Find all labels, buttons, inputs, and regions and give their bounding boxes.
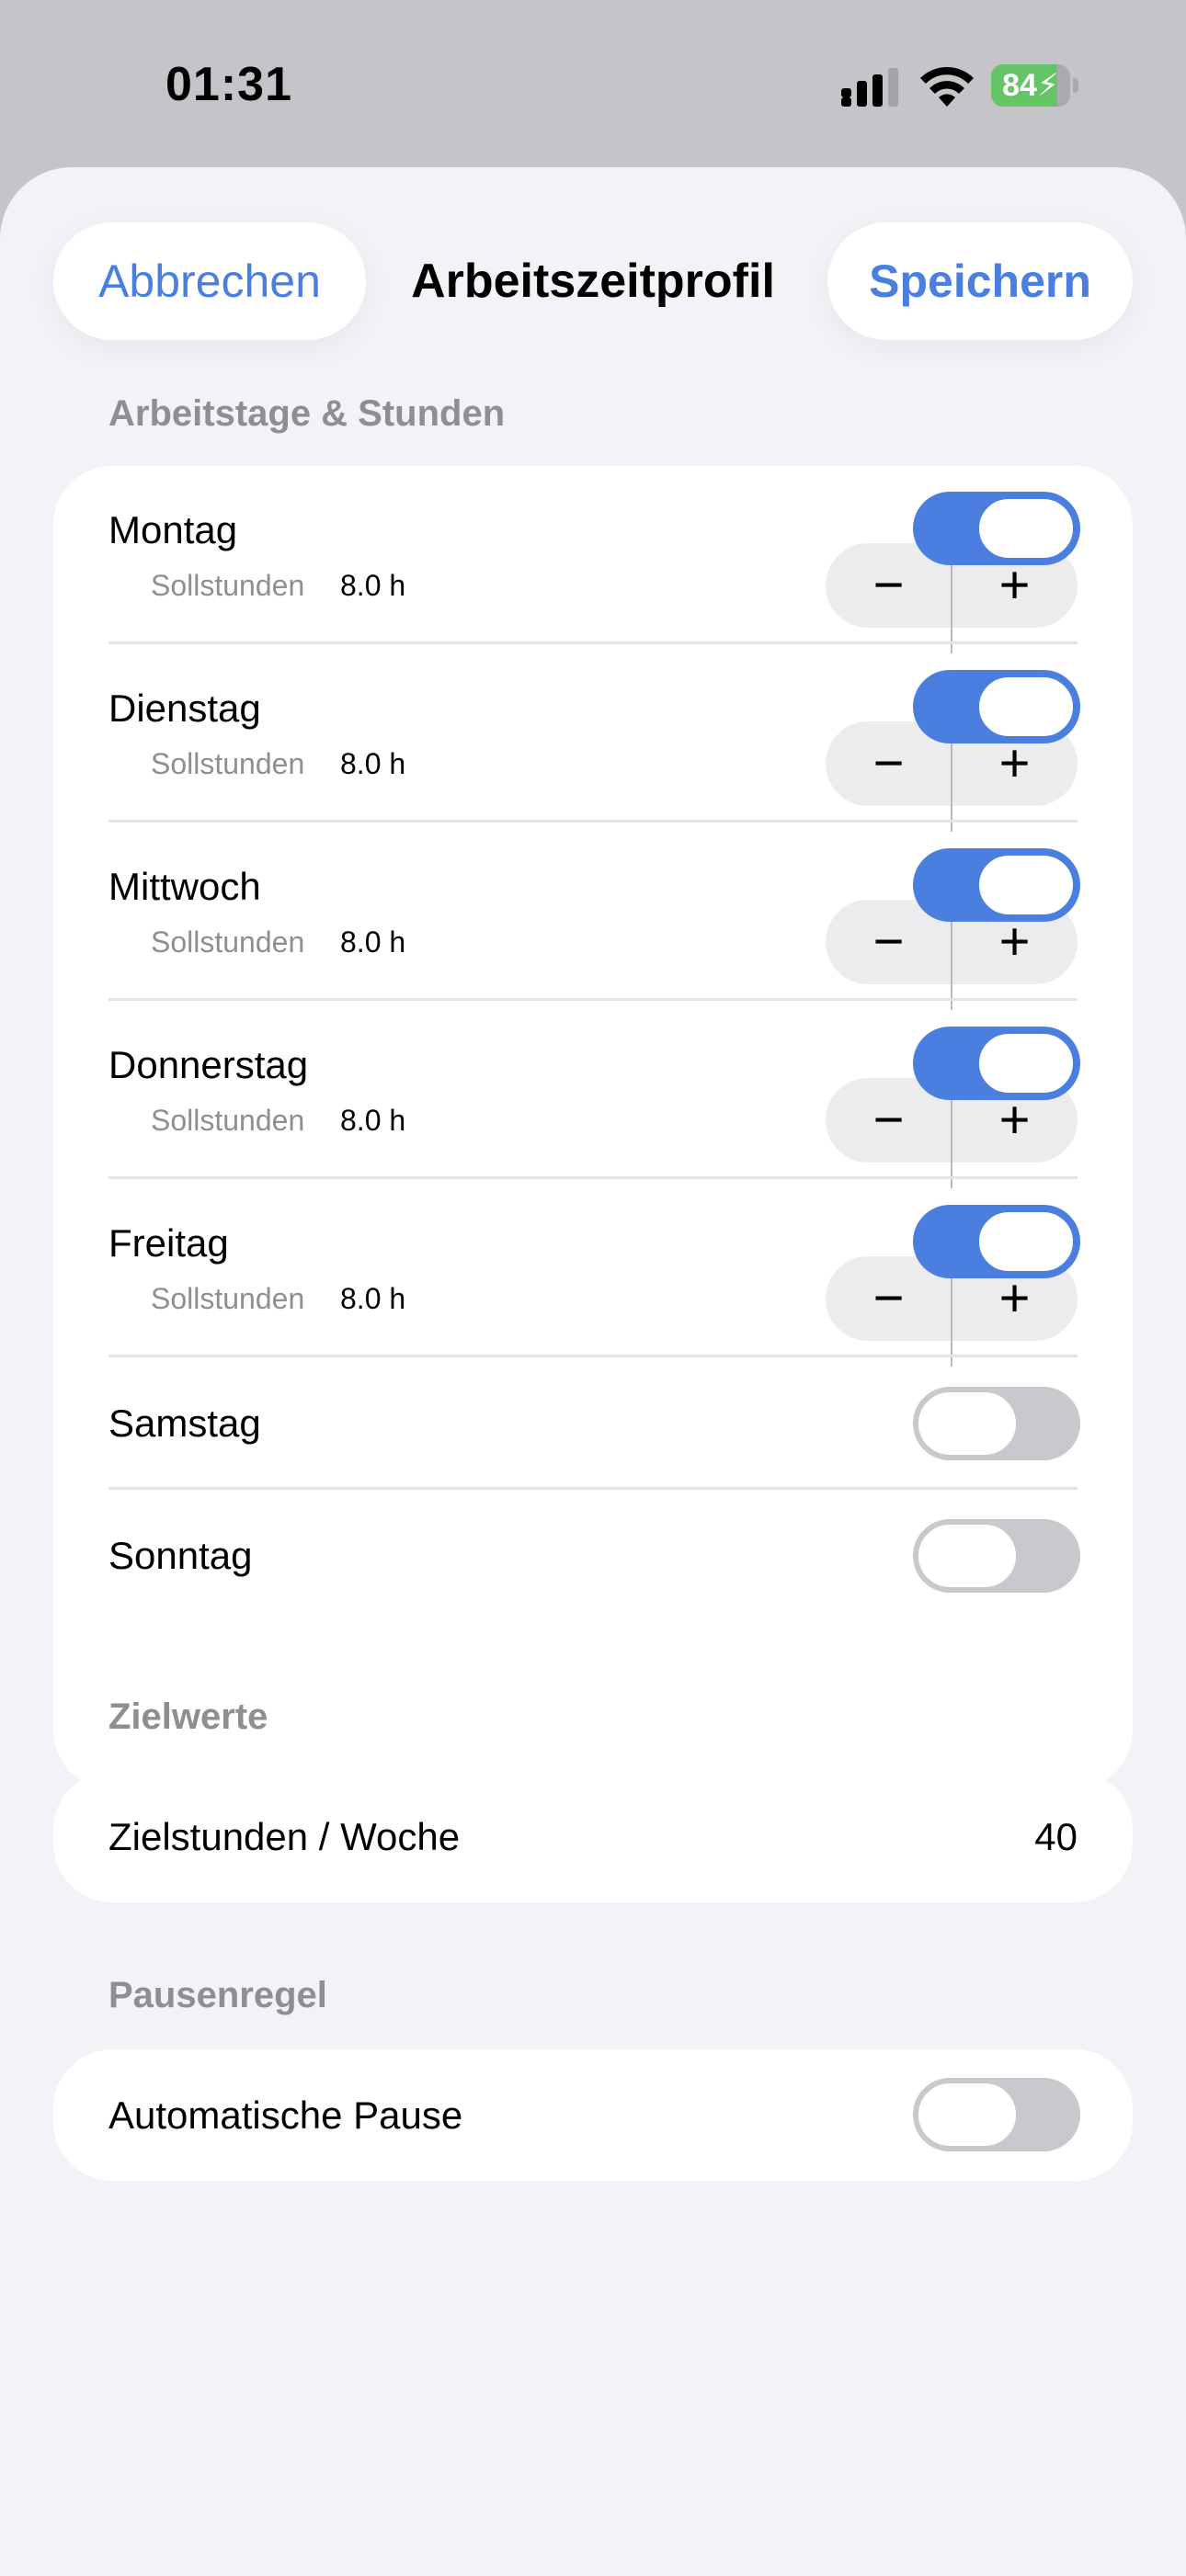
weekly-target-label: Zielstunden / Woche xyxy=(108,1815,461,1858)
day-toggle-dienstag[interactable] xyxy=(913,670,1080,743)
day-toggle-samstag[interactable] xyxy=(913,1387,1080,1460)
day-name: Dienstag xyxy=(108,687,261,730)
cellular-signal-icon xyxy=(841,68,898,107)
section-header-breaks: Pausenregel xyxy=(108,1975,327,2015)
battery-charging-icon: 84⚡ xyxy=(991,64,1079,107)
day-row-mittwoch: Mittwoch Sollstunden 8.0 h − + xyxy=(53,823,1133,1010)
target-hours-label: Sollstunden xyxy=(151,925,305,959)
target-hours-value: 8.0 h xyxy=(340,1104,406,1137)
day-toggle-sonntag[interactable] xyxy=(913,1519,1080,1593)
auto-break-toggle[interactable] xyxy=(913,2078,1080,2151)
day-row-montag: Montag Sollstunden 8.0 h − + xyxy=(53,466,1133,653)
target-hours-value: 8.0 h xyxy=(340,747,406,780)
day-row-samstag: Samstag xyxy=(53,1357,1133,1490)
target-hours-value: 8.0 h xyxy=(340,569,406,602)
day-name: Samstag xyxy=(108,1401,261,1445)
day-name: Freitag xyxy=(108,1221,229,1265)
save-button[interactable]: Speichern xyxy=(827,222,1133,340)
day-name: Mittwoch xyxy=(108,865,261,908)
day-name: Sonntag xyxy=(108,1534,253,1577)
target-hours-label: Sollstunden xyxy=(151,569,305,602)
status-bar: 01:31 84⚡ xyxy=(0,0,1186,167)
section-header-targets: Zielwerte xyxy=(108,1697,268,1737)
page-title: Arbeitszeitprofil xyxy=(411,255,775,308)
cancel-button[interactable]: Abbrechen xyxy=(53,222,366,340)
day-name: Montag xyxy=(108,508,238,551)
day-row-sonntag: Sonntag xyxy=(53,1490,1133,1624)
workdays-card: Montag Sollstunden 8.0 h − + Dienstag So… xyxy=(53,466,1133,1789)
status-time: 01:31 xyxy=(165,58,292,111)
battery-level: 84 xyxy=(1002,68,1037,103)
target-hours-value: 8.0 h xyxy=(340,1282,406,1315)
weekly-target-value[interactable]: 40 xyxy=(1034,1815,1078,1859)
day-name: Donnerstag xyxy=(108,1043,309,1086)
settings-sheet: Abbrechen Arbeitszeitprofil Speichern Ar… xyxy=(0,167,1186,2576)
wifi-icon xyxy=(920,66,974,107)
target-hours-label: Sollstunden xyxy=(151,1104,305,1137)
targets-card: Zielstunden / Woche 40 xyxy=(53,1771,1133,1902)
day-row-dienstag: Dienstag Sollstunden 8.0 h − + xyxy=(53,644,1133,832)
day-row-donnerstag: Donnerstag Sollstunden 8.0 h − + xyxy=(53,1001,1133,1188)
day-row-freitag: Freitag Sollstunden 8.0 h − + xyxy=(53,1179,1133,1367)
section-header-workdays: Arbeitstage & Stunden xyxy=(108,393,506,434)
day-toggle-mittwoch[interactable] xyxy=(913,848,1080,922)
breaks-card: Automatische Pause xyxy=(53,2049,1133,2181)
target-hours-label: Sollstunden xyxy=(151,747,305,780)
auto-break-label: Automatische Pause xyxy=(108,2094,463,2137)
target-hours-label: Sollstunden xyxy=(151,1282,305,1315)
target-hours-value: 8.0 h xyxy=(340,925,406,959)
day-toggle-montag[interactable] xyxy=(913,492,1080,565)
day-toggle-freitag[interactable] xyxy=(913,1205,1080,1278)
day-toggle-donnerstag[interactable] xyxy=(913,1027,1080,1100)
